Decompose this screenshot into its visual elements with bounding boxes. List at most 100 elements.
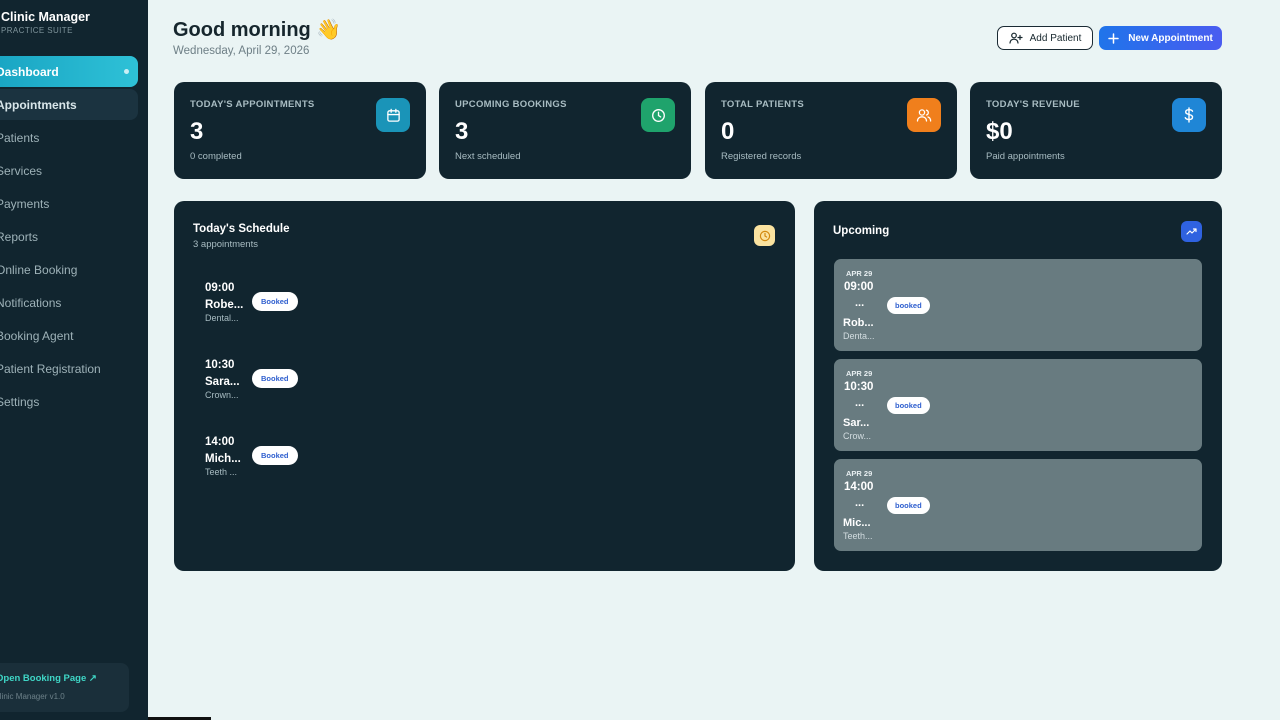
active-indicator-dot — [124, 69, 129, 74]
sidebar-item-patients[interactable]: Patients — [0, 122, 138, 153]
schedule-item[interactable]: 10:30 Sara... Crown... Booked — [205, 359, 305, 400]
clock-icon — [754, 225, 775, 246]
sidebar-item-booking-agent[interactable]: Booking Agent — [0, 320, 138, 351]
appointment-time: 14:00 — [205, 436, 235, 448]
clock-icon — [641, 98, 675, 132]
user-plus-icon — [1009, 32, 1023, 44]
status-badge: Booked — [252, 292, 298, 311]
schedule-item[interactable]: 14:00 Mich... Teeth ... Booked — [205, 436, 305, 477]
patient-name: Sar... — [843, 417, 870, 429]
patient-name: Mich... — [205, 453, 241, 465]
sidebar-item-label: Notifications — [0, 295, 62, 310]
sidebar-item-appointments[interactable]: Appointments — [0, 89, 138, 120]
stat-label: TODAY'S APPOINTMENTS — [190, 99, 315, 110]
sidebar-item-label: Appointments — [0, 97, 77, 112]
stat-card-upcoming-bookings: UPCOMING BOOKINGS 3 Next scheduled — [439, 82, 691, 179]
appointment-time: 14:00 — [844, 481, 874, 493]
patient-name: Robe... — [205, 299, 244, 311]
stat-value: 3 — [455, 118, 469, 145]
stat-value: $0 — [986, 118, 1013, 145]
stat-label: TOTAL PATIENTS — [721, 99, 805, 110]
status-badge: Booked — [252, 446, 298, 465]
sidebar-item-notifications[interactable]: Notifications — [0, 287, 138, 318]
stat-card-todays-appointments: TODAY'S APPOINTMENTS 3 0 completed — [174, 82, 426, 179]
appointment-time: 10:30 — [205, 359, 235, 371]
appointment-date: APR 29 — [846, 369, 873, 378]
users-icon — [907, 98, 941, 132]
status-badge: booked — [887, 497, 930, 514]
new-appointment-button[interactable]: New Appointment — [1099, 26, 1222, 50]
stat-label: TODAY'S REVENUE — [986, 99, 1080, 110]
patient-name: Rob... — [843, 317, 874, 329]
panel-title: Upcoming — [833, 225, 890, 237]
appointment-time: 10:30 — [844, 381, 874, 393]
add-patient-label: Add Patient — [1029, 32, 1082, 44]
trending-up-icon — [1181, 221, 1202, 242]
sidebar-item-dashboard[interactable]: Dashboard — [0, 56, 138, 87]
sidebar-item-payments[interactable]: Payments — [0, 188, 138, 219]
stat-subtext: Next scheduled — [455, 151, 521, 162]
stat-value: 3 — [190, 118, 204, 145]
upcoming-card[interactable]: APR 29 14:00 ... Mic... Teeth... booked — [834, 459, 1202, 551]
sidebar-item-label: Patients — [0, 130, 40, 145]
upcoming-card[interactable]: APR 29 10:30 ... Sar... Crow... booked — [834, 359, 1202, 451]
sidebar-item-reports[interactable]: Reports — [0, 221, 138, 252]
patient-name: Mic... — [843, 517, 871, 529]
status-badge: Booked — [252, 369, 298, 388]
appointment-date: APR 29 — [846, 269, 873, 278]
service-name: Dental... — [205, 313, 239, 323]
new-appointment-label: New Appointment — [1128, 32, 1213, 44]
sidebar-item-label: Payments — [0, 196, 50, 211]
calendar-icon — [376, 98, 410, 132]
appointment-time: 09:00 — [844, 281, 874, 293]
patient-name: Sara... — [205, 376, 240, 388]
current-date: Wednesday, April 29, 2026 — [173, 45, 310, 57]
service-name: Denta... — [843, 331, 875, 341]
booking-page-card: Open Booking Page ↗ Clinic Manager v1.0 — [0, 663, 129, 712]
status-badge: booked — [887, 297, 930, 314]
upcoming-panel: Upcoming APR 29 09:00 ... Rob... Denta..… — [814, 201, 1222, 571]
sidebar: Clinic Manager PRACTICE SUITE Dashboard … — [0, 0, 148, 720]
page-title: Good morning 👋 — [173, 19, 342, 41]
sidebar-item-label: Patient Registration — [0, 361, 101, 376]
stat-label: UPCOMING BOOKINGS — [455, 99, 567, 110]
stat-subtext: Registered records — [721, 151, 802, 162]
service-name: Crow... — [843, 431, 872, 441]
sidebar-item-label: Dashboard — [0, 64, 59, 79]
appointment-time: 09:00 — [205, 282, 235, 294]
service-name: Teeth ... — [205, 467, 238, 477]
sidebar-item-label: Reports — [0, 229, 39, 244]
sidebar-item-patient-registration[interactable]: Patient Registration — [0, 353, 138, 384]
sidebar-item-label: Online Booking — [0, 262, 78, 277]
status-badge: booked — [887, 397, 930, 414]
sidebar-item-label: Services — [0, 163, 43, 178]
panel-title: Today's Schedule — [193, 223, 290, 235]
add-patient-button[interactable]: Add Patient — [997, 26, 1093, 50]
service-name: Teeth... — [843, 531, 873, 541]
dollar-icon — [1172, 98, 1206, 132]
upcoming-card[interactable]: APR 29 09:00 ... Rob... Denta... booked — [834, 259, 1202, 351]
truncated-text: ... — [855, 497, 865, 509]
panel-subtitle: 3 appointments — [193, 239, 258, 250]
app-version: Clinic Manager v1.0 — [0, 692, 65, 701]
sidebar-item-label: Settings — [0, 394, 40, 409]
sidebar-item-services[interactable]: Services — [0, 155, 138, 186]
sidebar-item-online-booking[interactable]: Online Booking — [0, 254, 138, 285]
brand-subtitle: PRACTICE SUITE — [1, 26, 73, 35]
schedule-item[interactable]: 09:00 Robe... Dental... Booked — [205, 282, 305, 323]
sidebar-item-label: Booking Agent — [0, 328, 74, 343]
stat-card-total-patients: TOTAL PATIENTS 0 Registered records — [705, 82, 957, 179]
stat-card-todays-revenue: TODAY'S REVENUE $0 Paid appointments — [970, 82, 1222, 179]
plus-icon — [1108, 32, 1119, 44]
stat-subtext: Paid appointments — [986, 151, 1065, 162]
sidebar-item-settings[interactable]: Settings — [0, 386, 138, 417]
truncated-text: ... — [855, 397, 865, 409]
appointment-date: APR 29 — [846, 469, 873, 478]
open-booking-page-link[interactable]: Open Booking Page ↗ — [0, 673, 97, 684]
stat-subtext: 0 completed — [190, 151, 242, 162]
todays-schedule-panel: Today's Schedule 3 appointments 09:00 Ro… — [174, 201, 795, 571]
stat-value: 0 — [721, 118, 735, 145]
brand-title: Clinic Manager — [1, 10, 90, 24]
service-name: Crown... — [205, 390, 239, 400]
truncated-text: ... — [855, 297, 865, 309]
